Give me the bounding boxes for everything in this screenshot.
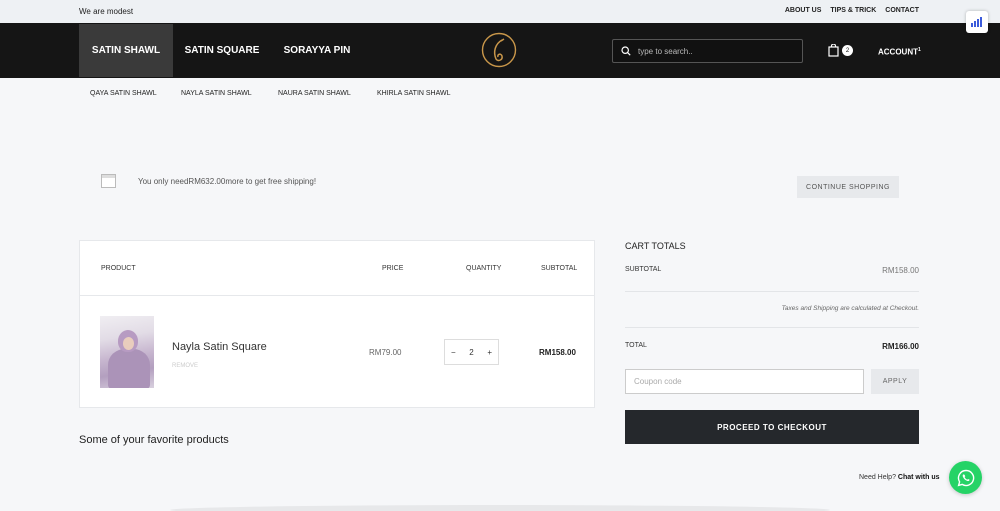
cart-count-badge: 2 bbox=[842, 45, 853, 56]
nav-satin-square[interactable]: SATIN SQUARE bbox=[177, 24, 267, 77]
top-links: ABOUT US TIPS & TRICK CONTACT bbox=[785, 7, 919, 14]
totals-divider bbox=[625, 327, 919, 328]
about-us-link[interactable]: ABOUT US bbox=[785, 7, 822, 14]
line-subtotal: RM158.00 bbox=[539, 348, 576, 357]
continue-shopping-button[interactable]: CONTINUE SHOPPING bbox=[797, 176, 899, 198]
favorites-heading: Some of your favorite products bbox=[79, 434, 229, 446]
tagline: We are modest bbox=[79, 7, 134, 16]
sub-navigation: QAYA SATIN SHAWL NAYLA SATIN SHAWL NAURA… bbox=[0, 90, 1000, 102]
search-icon bbox=[621, 46, 631, 56]
cart-table: PRODUCT PRICE QUANTITY SUBTOTAL Nayla Sa… bbox=[79, 240, 595, 408]
apply-coupon-button[interactable]: APPLY bbox=[871, 369, 919, 394]
brand-logo-icon[interactable] bbox=[481, 32, 517, 68]
account-label: ACCOUNT bbox=[878, 47, 918, 57]
accessibility-widget-icon[interactable] bbox=[966, 11, 988, 33]
subnav-nayla-satin-shawl[interactable]: NAYLA SATIN SHAWL bbox=[181, 90, 252, 97]
coupon-code-input[interactable] bbox=[625, 369, 864, 394]
tax-note: Taxes and Shipping are calculated at Che… bbox=[781, 305, 919, 312]
search-bar bbox=[612, 39, 803, 63]
cart-totals-title: CART TOTALS bbox=[625, 241, 686, 251]
subtotal-value: RM158.00 bbox=[882, 266, 919, 275]
subnav-khirla-satin-shawl[interactable]: KHIRLA SATIN SHAWL bbox=[377, 90, 451, 97]
table-divider bbox=[80, 295, 594, 296]
main-navbar: SATIN SHAWL SATIN SQUARE SORAYYA PIN 2 A… bbox=[0, 23, 1000, 78]
product-thumbnail[interactable] bbox=[100, 316, 154, 388]
header-quantity: QUANTITY bbox=[466, 265, 502, 272]
nav-satin-shawl[interactable]: SATIN SHAWL bbox=[79, 24, 173, 77]
subnav-qaya-satin-shawl[interactable]: QAYA SATIN SHAWL bbox=[90, 90, 157, 97]
remove-link[interactable]: REMOVE bbox=[172, 363, 198, 369]
product-carousel-shadow bbox=[170, 505, 830, 511]
subnav-naura-satin-shawl[interactable]: NAURA SATIN SHAWL bbox=[278, 90, 351, 97]
proceed-to-checkout-button[interactable]: PROCEED TO CHECKOUT bbox=[625, 410, 919, 444]
decrease-quantity-button[interactable]: − bbox=[451, 348, 456, 357]
product-name[interactable]: Nayla Satin Square bbox=[172, 341, 267, 353]
product-price: RM79.00 bbox=[369, 348, 402, 357]
cart-icon[interactable] bbox=[828, 44, 839, 57]
top-bar: We are modest ABOUT US TIPS & TRICK CONT… bbox=[0, 0, 1000, 23]
total-label: TOTAL bbox=[625, 342, 647, 349]
nav-sorayya-pin[interactable]: SORAYYA PIN bbox=[271, 24, 363, 77]
quantity-stepper: − 2 + bbox=[444, 339, 499, 365]
search-input[interactable] bbox=[638, 46, 788, 56]
subtotal-label: SUBTOTAL bbox=[625, 266, 662, 273]
header-price: PRICE bbox=[382, 265, 404, 272]
help-prefix: Need Help? bbox=[859, 474, 896, 481]
shipping-progress-icon bbox=[101, 174, 116, 188]
increase-quantity-button[interactable]: + bbox=[487, 348, 492, 357]
header-product: PRODUCT bbox=[101, 265, 136, 272]
free-shipping-message: You only needRM632.00more to get free sh… bbox=[138, 177, 317, 186]
total-value: RM166.00 bbox=[882, 342, 919, 351]
chat-with-us-label: Chat with us bbox=[897, 474, 940, 481]
quantity-value[interactable]: 2 bbox=[469, 348, 473, 357]
whatsapp-icon bbox=[957, 469, 974, 486]
account-menu[interactable]: ACCOUNT1 bbox=[878, 47, 921, 57]
contact-link[interactable]: CONTACT bbox=[885, 7, 919, 14]
account-badge: 1 bbox=[918, 47, 921, 53]
help-text[interactable]: Need Help? Chat with us bbox=[859, 474, 940, 481]
tips-trick-link[interactable]: TIPS & TRICK bbox=[830, 7, 876, 14]
totals-divider bbox=[625, 291, 919, 292]
whatsapp-chat-button[interactable] bbox=[949, 461, 982, 494]
header-subtotal: SUBTOTAL bbox=[541, 265, 578, 272]
